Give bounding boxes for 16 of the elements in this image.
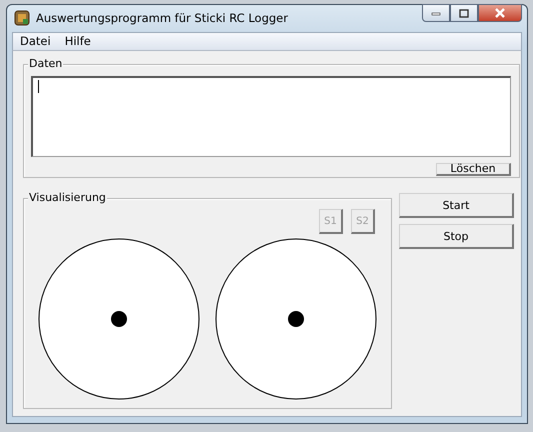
close-icon	[494, 8, 506, 18]
minimize-button[interactable]	[422, 4, 450, 22]
menu-item[interactable]: Hilfe	[58, 34, 98, 48]
app-icon	[14, 10, 30, 26]
close-button[interactable]	[478, 4, 522, 22]
clear-button[interactable]: Löschen	[436, 163, 511, 176]
window-title: Auswertungsprogramm für Sticki RC Logger	[36, 11, 288, 26]
maximize-button[interactable]	[450, 4, 478, 22]
maximize-icon	[459, 8, 469, 18]
action-button[interactable]: Start	[399, 193, 514, 218]
action-button[interactable]: Stop	[399, 224, 514, 249]
group-title: Visualisierung	[28, 191, 107, 204]
minimize-icon	[431, 10, 441, 16]
data-text-area[interactable]	[31, 76, 511, 157]
group-title: Daten	[28, 57, 64, 70]
menu-item[interactable]: Datei	[13, 34, 58, 48]
